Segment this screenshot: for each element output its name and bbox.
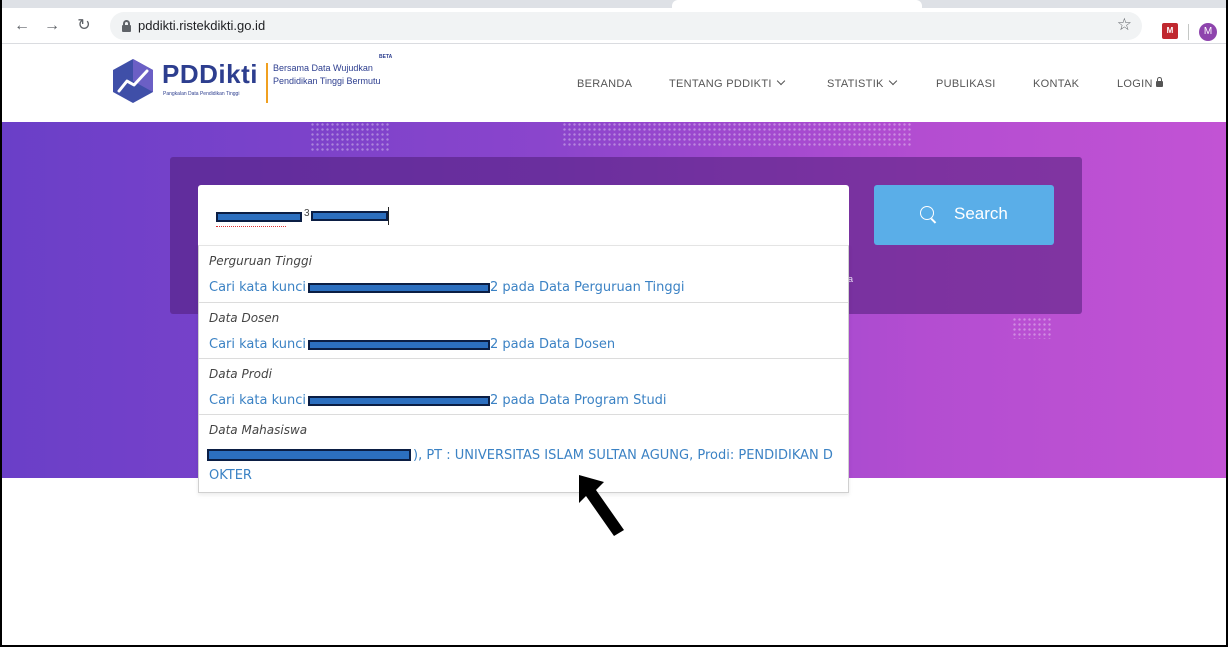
chevron-down-icon: [888, 76, 897, 86]
browser-toolbar: ← → ↻ pddikti.ristekdikti.go.id ☆ M M: [2, 8, 1226, 44]
nav-statistik[interactable]: STATISTIK: [827, 76, 897, 90]
mahasiswa-result-line-1: ), PT : UNIVERSITAS ISLAM SULTAN AGUNG, …: [413, 448, 833, 463]
search-button-label: Search: [954, 204, 1008, 223]
suggestion-section-mahasiswa: Data Mahasiswa ), PT : UNIVERSITAS ISLAM…: [199, 415, 848, 493]
section-title: Data Dosen: [209, 311, 280, 325]
nav-publikasi[interactable]: PUBLIKASI: [936, 78, 996, 90]
suggestion-link-prodi[interactable]: Cari kata kunci 2 pada Data Program Studi: [209, 393, 667, 408]
lock-icon: [122, 20, 131, 32]
text-cursor: [388, 207, 389, 225]
world-map-dots: [562, 122, 912, 146]
suggestion-link-dosen[interactable]: Cari kata kunci 2 pada Data Dosen: [209, 337, 615, 352]
toolbar-divider: [1188, 24, 1189, 40]
logo-text[interactable]: PDDikti: [162, 59, 258, 90]
redacted-text: [307, 339, 490, 350]
logo-subtitle: Pangkalan Data Pendidikan Tinggi: [163, 91, 240, 97]
logo-divider: [266, 63, 268, 103]
back-arrow-icon[interactable]: ←: [12, 16, 32, 36]
nav-beranda[interactable]: BERANDA: [577, 78, 632, 90]
screenshot-frame: ← → ↻ pddikti.ristekdikti.go.id ☆ M M PD…: [0, 0, 1228, 647]
section-title: Data Prodi: [209, 367, 272, 381]
annotation-arrow-icon: [579, 475, 624, 536]
world-map-dots: [1012, 317, 1052, 339]
mahasiswa-result-line-2: OKTER: [209, 468, 252, 483]
tagline-line-2: Pendidikan Tinggi Bermutu: [273, 76, 381, 86]
search-query-text: 3: [304, 208, 310, 219]
search-input[interactable]: 3: [198, 185, 849, 245]
redacted-text: [311, 211, 388, 221]
world-map-dots: [310, 122, 390, 152]
address-bar[interactable]: pddikti.ristekdikti.go.id ☆: [110, 12, 1142, 40]
site-header: PDDikti Pangkalan Data Pendidikan Tinggi…: [2, 45, 1226, 122]
browser-tab-strip: [2, 0, 1226, 8]
browser-tab[interactable]: [672, 0, 922, 8]
search-icon: [920, 206, 934, 220]
suggestion-link-mahasiswa[interactable]: ), PT : UNIVERSITAS ISLAM SULTAN AGUNG, …: [199, 448, 848, 490]
suggestion-section-perguruan-tinggi: Perguruan Tinggi Cari kata kunci 2 pada D…: [199, 246, 848, 303]
redacted-text: [207, 449, 411, 461]
redacted-text: [307, 395, 490, 406]
pddikti-logo-icon[interactable]: [109, 57, 157, 105]
reload-icon[interactable]: ↻: [74, 16, 94, 36]
section-title: Data Mahasiswa: [209, 423, 308, 437]
bookmark-star-icon[interactable]: ☆: [1117, 15, 1132, 35]
redacted-text: [307, 282, 490, 293]
autocomplete-dropdown: Perguruan Tinggi Cari kata kunci 2 pada D…: [198, 245, 849, 493]
redacted-text: [216, 212, 302, 222]
suggestion-section-prodi: Data Prodi Cari kata kunci 2 pada Data Pr…: [199, 359, 848, 415]
search-button[interactable]: Search: [874, 185, 1054, 245]
tagline-line-1: Bersama Data Wujudkan: [273, 63, 373, 73]
beta-badge: BETA: [379, 54, 393, 60]
profile-avatar[interactable]: M: [1199, 23, 1217, 41]
chevron-down-icon: [776, 76, 785, 86]
url-text: pddikti.ristekdikti.go.id: [138, 18, 266, 33]
nav-login[interactable]: LOGIN: [1117, 77, 1163, 90]
forward-arrow-icon[interactable]: →: [42, 16, 62, 36]
nav-tentang-pddikti[interactable]: TENTANG PDDIKTI: [669, 76, 785, 90]
lock-icon: [1155, 77, 1163, 87]
section-title: Perguruan Tinggi: [209, 254, 312, 268]
suggestion-link-perguruan-tinggi[interactable]: Cari kata kunci 2 pada Data Perguruan Tin…: [209, 280, 685, 295]
spellcheck-underline: [216, 224, 286, 227]
suggestion-section-dosen: Data Dosen Cari kata kunci 2 pada Data Do…: [199, 303, 848, 359]
nav-kontak[interactable]: KONTAK: [1033, 78, 1079, 90]
extension-icon[interactable]: M: [1162, 23, 1178, 39]
